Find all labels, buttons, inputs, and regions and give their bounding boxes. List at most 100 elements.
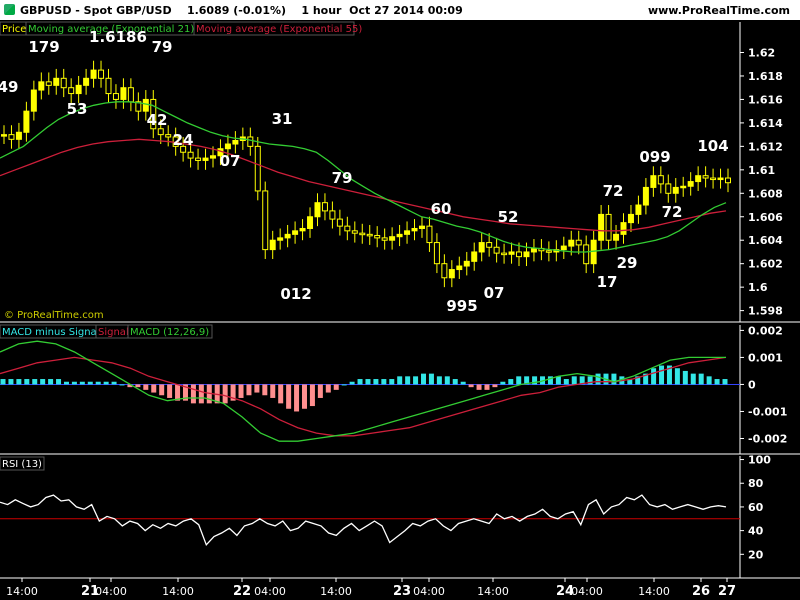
- candle-body: [396, 233, 403, 238]
- candle-body: [15, 131, 22, 140]
- candle-body: [456, 265, 463, 271]
- candle-body: [381, 237, 388, 241]
- rsi-legend: RSI (13): [2, 459, 42, 470]
- candle-body: [672, 186, 679, 194]
- macd-histogram-bar: [405, 376, 411, 385]
- candle-body: [321, 202, 328, 212]
- time-axis-label: 27: [718, 584, 736, 599]
- candle-body: [187, 151, 194, 159]
- candle-body: [105, 77, 112, 95]
- price-axis-label: 1.606: [748, 211, 783, 224]
- macd-histogram-bar: [103, 381, 109, 385]
- macd-signal-line: [0, 356, 727, 437]
- macd-histogram-bar: [8, 379, 14, 385]
- price-axis-label: 1.6: [748, 281, 768, 294]
- macd-histogram-bar: [421, 373, 427, 385]
- macd-histogram-bar: [698, 373, 704, 385]
- price-axis-label: 1.61: [748, 164, 775, 177]
- candle-body: [516, 251, 523, 258]
- candle-body: [209, 155, 216, 159]
- swing-label: 099: [639, 148, 670, 166]
- candle-body: [165, 134, 172, 138]
- macd-histogram-bar: [333, 384, 339, 390]
- macd-histogram-bar: [595, 373, 601, 385]
- macd-axis-label: 0.001: [748, 351, 783, 364]
- macd-histogram-bar: [40, 379, 46, 385]
- macd-histogram-bar: [571, 376, 577, 385]
- macd-histogram-bar: [56, 379, 62, 385]
- candle-body: [598, 213, 605, 241]
- macd-histogram-bar: [286, 384, 292, 409]
- macd-histogram-bar: [325, 384, 331, 393]
- candle-body: [605, 213, 612, 241]
- macd-axis-label: 0.002: [748, 324, 783, 337]
- price-axis-label: 1.616: [748, 93, 783, 106]
- swing-label: 995: [446, 297, 477, 315]
- time-axis-label: 22: [233, 584, 251, 599]
- time-axis-label: 14:00: [6, 585, 38, 598]
- price-axis-label: 1.618: [748, 70, 783, 83]
- candle-body: [112, 93, 119, 100]
- candle-body: [98, 69, 105, 79]
- watermark: © ProRealTime.com: [4, 310, 104, 321]
- candle-body: [344, 225, 351, 232]
- candle-body: [560, 245, 567, 251]
- candle-body: [38, 81, 45, 91]
- macd-histogram-bar: [48, 379, 54, 385]
- price-axis-label: 1.612: [748, 140, 783, 153]
- macd-histogram-bar: [357, 379, 363, 385]
- candle-body: [583, 244, 590, 265]
- price-axis-label: 1.604: [748, 234, 783, 247]
- swing-label: 24: [173, 131, 194, 149]
- macd-histogram-bar: [262, 384, 268, 396]
- macd-histogram-bar: [722, 379, 728, 385]
- candle-body: [53, 77, 60, 86]
- macd-histogram-bar: [651, 368, 657, 385]
- candle-body: [329, 210, 336, 220]
- macd-histogram-bar: [349, 381, 355, 385]
- macd-histogram-bar: [143, 384, 149, 390]
- time-axis-label: 04:00: [571, 585, 603, 598]
- rsi-axis-label: 100: [748, 454, 771, 467]
- candle-body: [224, 143, 231, 150]
- rsi-axis-label: 20: [748, 548, 764, 561]
- candle-body: [254, 145, 261, 192]
- macd-histogram-bar: [714, 379, 720, 385]
- candle-body: [284, 233, 291, 239]
- swing-label: 72: [662, 203, 683, 221]
- macd-histogram-bar: [690, 373, 696, 385]
- macd-histogram-bar: [119, 384, 125, 386]
- macd-histogram-bar: [476, 384, 482, 390]
- macd-histogram-bar: [270, 384, 276, 398]
- macd-histogram-bar: [198, 384, 204, 404]
- price-axis-label: 1.598: [748, 305, 783, 318]
- macd-histogram-bar: [555, 376, 561, 385]
- macd-histogram-bar: [246, 384, 252, 396]
- price-axis-label: 1.614: [748, 117, 783, 130]
- time-axis-label: 04:00: [95, 585, 127, 598]
- macd-histogram-bar: [111, 381, 117, 385]
- macd-histogram-bar: [309, 384, 315, 407]
- macd-histogram-bar: [611, 373, 617, 385]
- macd-legend-1: Signal: [98, 327, 129, 338]
- forex-chart[interactable]: 1.62 1.618 1.616 1.614 1.612 1.61 1.608 1.606 1.…: [0, 0, 800, 600]
- candle-body: [202, 157, 209, 161]
- time-axis-label: 14:00: [477, 585, 509, 598]
- candle-body: [627, 213, 634, 224]
- candle-body: [702, 175, 709, 179]
- candle-body: [710, 177, 717, 181]
- rsi-axis-label: 80: [748, 477, 764, 490]
- swing-label: 07: [484, 284, 505, 302]
- macd-histogram-bar: [508, 379, 514, 385]
- candle-body: [299, 227, 306, 232]
- candle-body: [359, 232, 366, 236]
- macd-histogram-bar: [135, 384, 141, 388]
- candle-body: [351, 230, 358, 234]
- macd-legend-2: MACD (12,26,9): [130, 327, 209, 338]
- candle-body: [635, 204, 642, 215]
- macd-histogram-bar: [413, 376, 419, 385]
- candle-body: [418, 225, 425, 229]
- candle-body: [411, 227, 418, 232]
- swing-label: 79: [332, 169, 353, 187]
- candle-body: [426, 225, 433, 244]
